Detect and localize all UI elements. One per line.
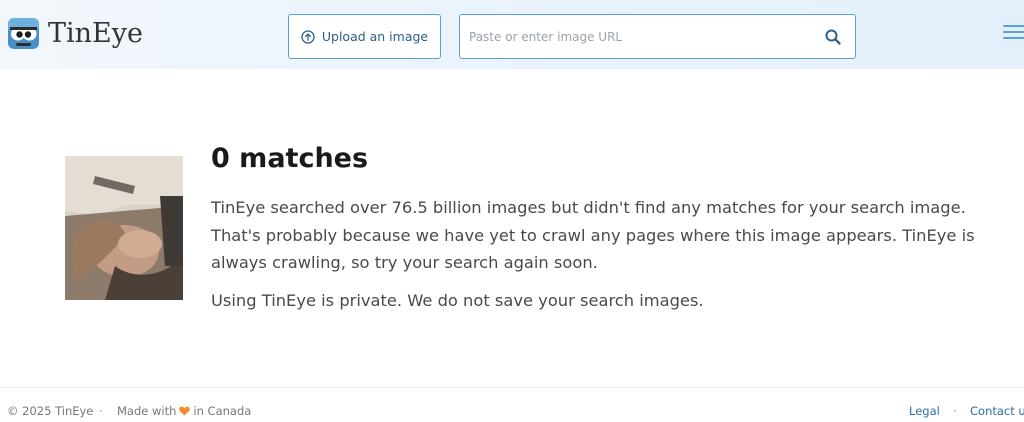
- heart-icon: [179, 406, 191, 416]
- hamburger-menu-icon[interactable]: [1003, 25, 1024, 41]
- upload-button-label: Upload an image: [321, 29, 429, 44]
- site-footer: © 2025 TinEye · Made with in Canada Lega…: [0, 400, 1024, 422]
- search-image-thumbnail: [65, 156, 183, 300]
- footer-divider: [0, 387, 1024, 388]
- footer-separator: ·: [953, 404, 957, 418]
- made-with-suffix: in Canada: [193, 404, 252, 418]
- upload-image-button[interactable]: Upload an image: [288, 14, 441, 59]
- image-url-input[interactable]: [469, 15, 809, 58]
- footer-copyright: © 2025 TinEye: [7, 404, 94, 418]
- tineye-logo[interactable]: TinEye: [7, 15, 143, 51]
- upload-circle-icon: [301, 29, 315, 44]
- url-search-box: [459, 14, 856, 59]
- footer-made-with: Made with in Canada: [117, 404, 251, 418]
- search-icon[interactable]: [824, 28, 842, 46]
- footer-legal-link[interactable]: Legal: [909, 404, 940, 418]
- made-with-prefix: Made with: [117, 404, 177, 418]
- footer-separator: ·: [99, 404, 103, 418]
- tineye-robot-icon: [8, 17, 39, 49]
- privacy-notice: Using TinEye is private. We do not save …: [211, 291, 704, 310]
- footer-contact-link[interactable]: Contact us: [970, 404, 1024, 418]
- result-description: TinEye searched over 76.5 billion images…: [211, 198, 975, 272]
- logo-text: TinEye: [48, 17, 143, 49]
- site-header: TinEye Upload an image: [0, 0, 1024, 69]
- result-title: 0 matches: [211, 143, 369, 174]
